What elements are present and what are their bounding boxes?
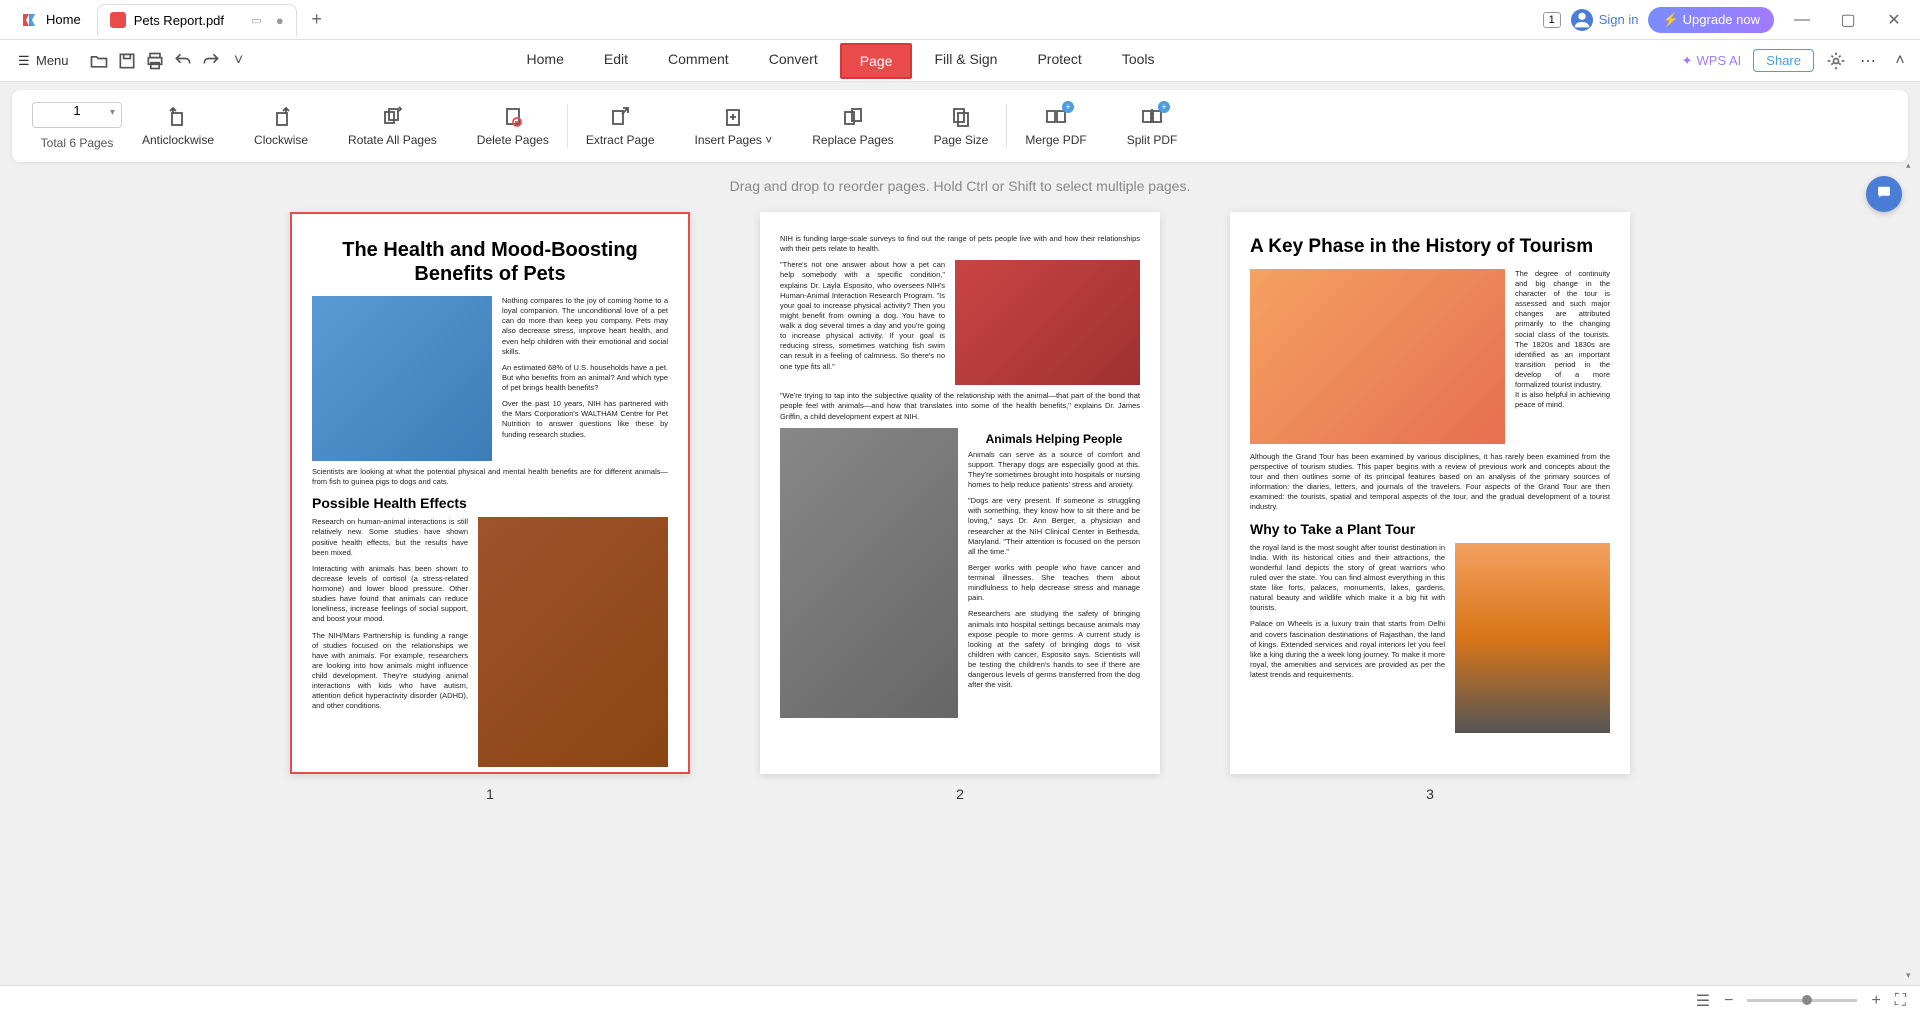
tool-clockwise[interactable]: Clockwise — [246, 101, 316, 151]
upgrade-button[interactable]: ⚡ Upgrade now — [1648, 7, 1774, 33]
zoom-in-button[interactable]: + — [1871, 992, 1880, 1010]
lightning-icon: ⚡ — [1662, 12, 1678, 28]
chat-icon — [1875, 183, 1893, 206]
tool-anticlockwise[interactable]: Anticlockwise — [134, 101, 222, 151]
ribbon: 1 Total 6 Pages Anticlockwise Clockwise … — [12, 90, 1908, 162]
vertical-scrollbar[interactable] — [1906, 160, 1918, 981]
new-tab-button[interactable]: + — [301, 4, 333, 36]
main-tab-page[interactable]: Page — [840, 43, 913, 79]
titlebar: Home Pets Report.pdf ▭ ● + 1 Sign in ⚡ U… — [0, 0, 1920, 40]
page-thumbnail-3[interactable]: A Key Phase in the History of Tourism Th… — [1230, 212, 1630, 774]
rotate-ccw-icon — [166, 105, 190, 129]
insert-page-icon — [721, 105, 745, 129]
page-number-2: 2 — [956, 786, 964, 802]
merge-pdf-icon: + — [1044, 105, 1068, 129]
tab-home-label: Home — [46, 12, 81, 27]
rotate-cw-icon — [269, 105, 293, 129]
image-eiffel — [1455, 543, 1610, 733]
page-number-1: 1 — [486, 786, 494, 802]
redo-icon[interactable] — [201, 51, 221, 71]
tool-replace[interactable]: Replace Pages — [804, 101, 901, 151]
pdf-icon — [110, 12, 126, 28]
minimize-button[interactable]: — — [1784, 4, 1820, 36]
image-pets-costume — [955, 260, 1140, 385]
tab-home[interactable]: Home — [8, 4, 93, 36]
share-button[interactable]: Share — [1753, 49, 1814, 72]
wps-ai-button[interactable]: ✦ WPS AI — [1682, 53, 1742, 69]
print-icon[interactable] — [145, 51, 165, 71]
window-counter[interactable]: 1 — [1543, 12, 1561, 28]
tab-window-icon[interactable]: ▭ — [251, 14, 261, 27]
extract-page-icon — [608, 105, 632, 129]
image-gray-cat — [780, 428, 958, 718]
main-tab-edit[interactable]: Edit — [586, 43, 646, 79]
main-tab-fillsign[interactable]: Fill & Sign — [916, 43, 1015, 79]
quick-access-dropdown-icon[interactable]: ˅ — [229, 51, 249, 71]
image-city — [1250, 269, 1505, 444]
zoom-out-button[interactable]: − — [1724, 992, 1733, 1010]
hamburger-icon — [18, 53, 32, 69]
main-tab-protect[interactable]: Protect — [1019, 43, 1099, 79]
doc-title: The Health and Mood-Boosting Benefits of… — [312, 238, 668, 286]
tool-extract[interactable]: Extract Page — [578, 101, 663, 151]
statusbar: ☰ − + ⛶ — [0, 985, 1920, 1015]
pages-area: The Health and Mood-Boosting Benefits of… — [0, 202, 1920, 812]
maximize-button[interactable]: ▢ — [1830, 4, 1866, 36]
main-tab-home[interactable]: Home — [509, 43, 582, 79]
main-tabs: Home Edit Comment Convert Page Fill & Si… — [509, 43, 1173, 79]
tool-rotate-all[interactable]: Rotate All Pages — [340, 101, 445, 151]
tab-file-label: Pets Report.pdf — [134, 13, 224, 28]
hint-text: Drag and drop to reorder pages. Hold Ctr… — [0, 162, 1920, 202]
main-tab-convert[interactable]: Convert — [751, 43, 836, 79]
page-thumbnail-1[interactable]: The Health and Mood-Boosting Benefits of… — [290, 212, 690, 774]
page-size-icon — [949, 105, 973, 129]
tab-file[interactable]: Pets Report.pdf ▭ ● — [97, 4, 297, 36]
page-number-3: 3 — [1426, 786, 1434, 802]
wps-logo-icon — [20, 11, 38, 29]
total-pages-label: Total 6 Pages — [41, 136, 114, 150]
image-dog — [478, 517, 668, 767]
fullscreen-icon[interactable]: ⛶ — [1895, 992, 1906, 1010]
tool-delete[interactable]: Delete Pages — [469, 101, 557, 151]
close-button[interactable]: ✕ — [1876, 4, 1912, 36]
menubar: Menu ˅ Home Edit Comment Convert Page Fi… — [0, 40, 1920, 82]
collapse-ribbon-icon[interactable]: ˄ — [1890, 51, 1910, 71]
rotate-all-icon — [380, 105, 404, 129]
doc-title-3: A Key Phase in the History of Tourism — [1250, 236, 1610, 259]
more-icon[interactable]: ⋯ — [1858, 51, 1878, 71]
zoom-slider[interactable] — [1747, 999, 1857, 1002]
tool-merge[interactable]: + Merge PDF — [1017, 101, 1094, 151]
page-number-input[interactable]: 1 — [32, 102, 122, 128]
main-tab-tools[interactable]: Tools — [1104, 43, 1173, 79]
signin-button[interactable]: Sign in — [1571, 9, 1639, 31]
split-pdf-icon: + — [1140, 105, 1164, 129]
undo-icon[interactable] — [173, 51, 193, 71]
page-thumbnail-2[interactable]: NIH is funding large-scale surveys to fi… — [760, 212, 1160, 774]
tool-pagesize[interactable]: Page Size — [926, 101, 997, 151]
delete-page-icon — [501, 105, 525, 129]
replace-page-icon — [841, 105, 865, 129]
tool-insert[interactable]: Insert Pages ˅ — [687, 101, 781, 151]
tab-close-icon[interactable]: ● — [276, 13, 284, 28]
sparkle-icon: ✦ — [1682, 53, 1693, 69]
settings-icon[interactable] — [1826, 51, 1846, 71]
tool-split[interactable]: + Split PDF — [1119, 101, 1186, 151]
menu-button[interactable]: Menu — [10, 49, 77, 73]
main-tab-comment[interactable]: Comment — [650, 43, 747, 79]
view-list-icon[interactable]: ☰ — [1696, 991, 1710, 1011]
floating-assist-button[interactable] — [1866, 176, 1902, 212]
image-cat — [312, 296, 492, 461]
save-icon[interactable] — [117, 51, 137, 71]
open-icon[interactable] — [89, 51, 109, 71]
user-icon — [1571, 9, 1593, 31]
